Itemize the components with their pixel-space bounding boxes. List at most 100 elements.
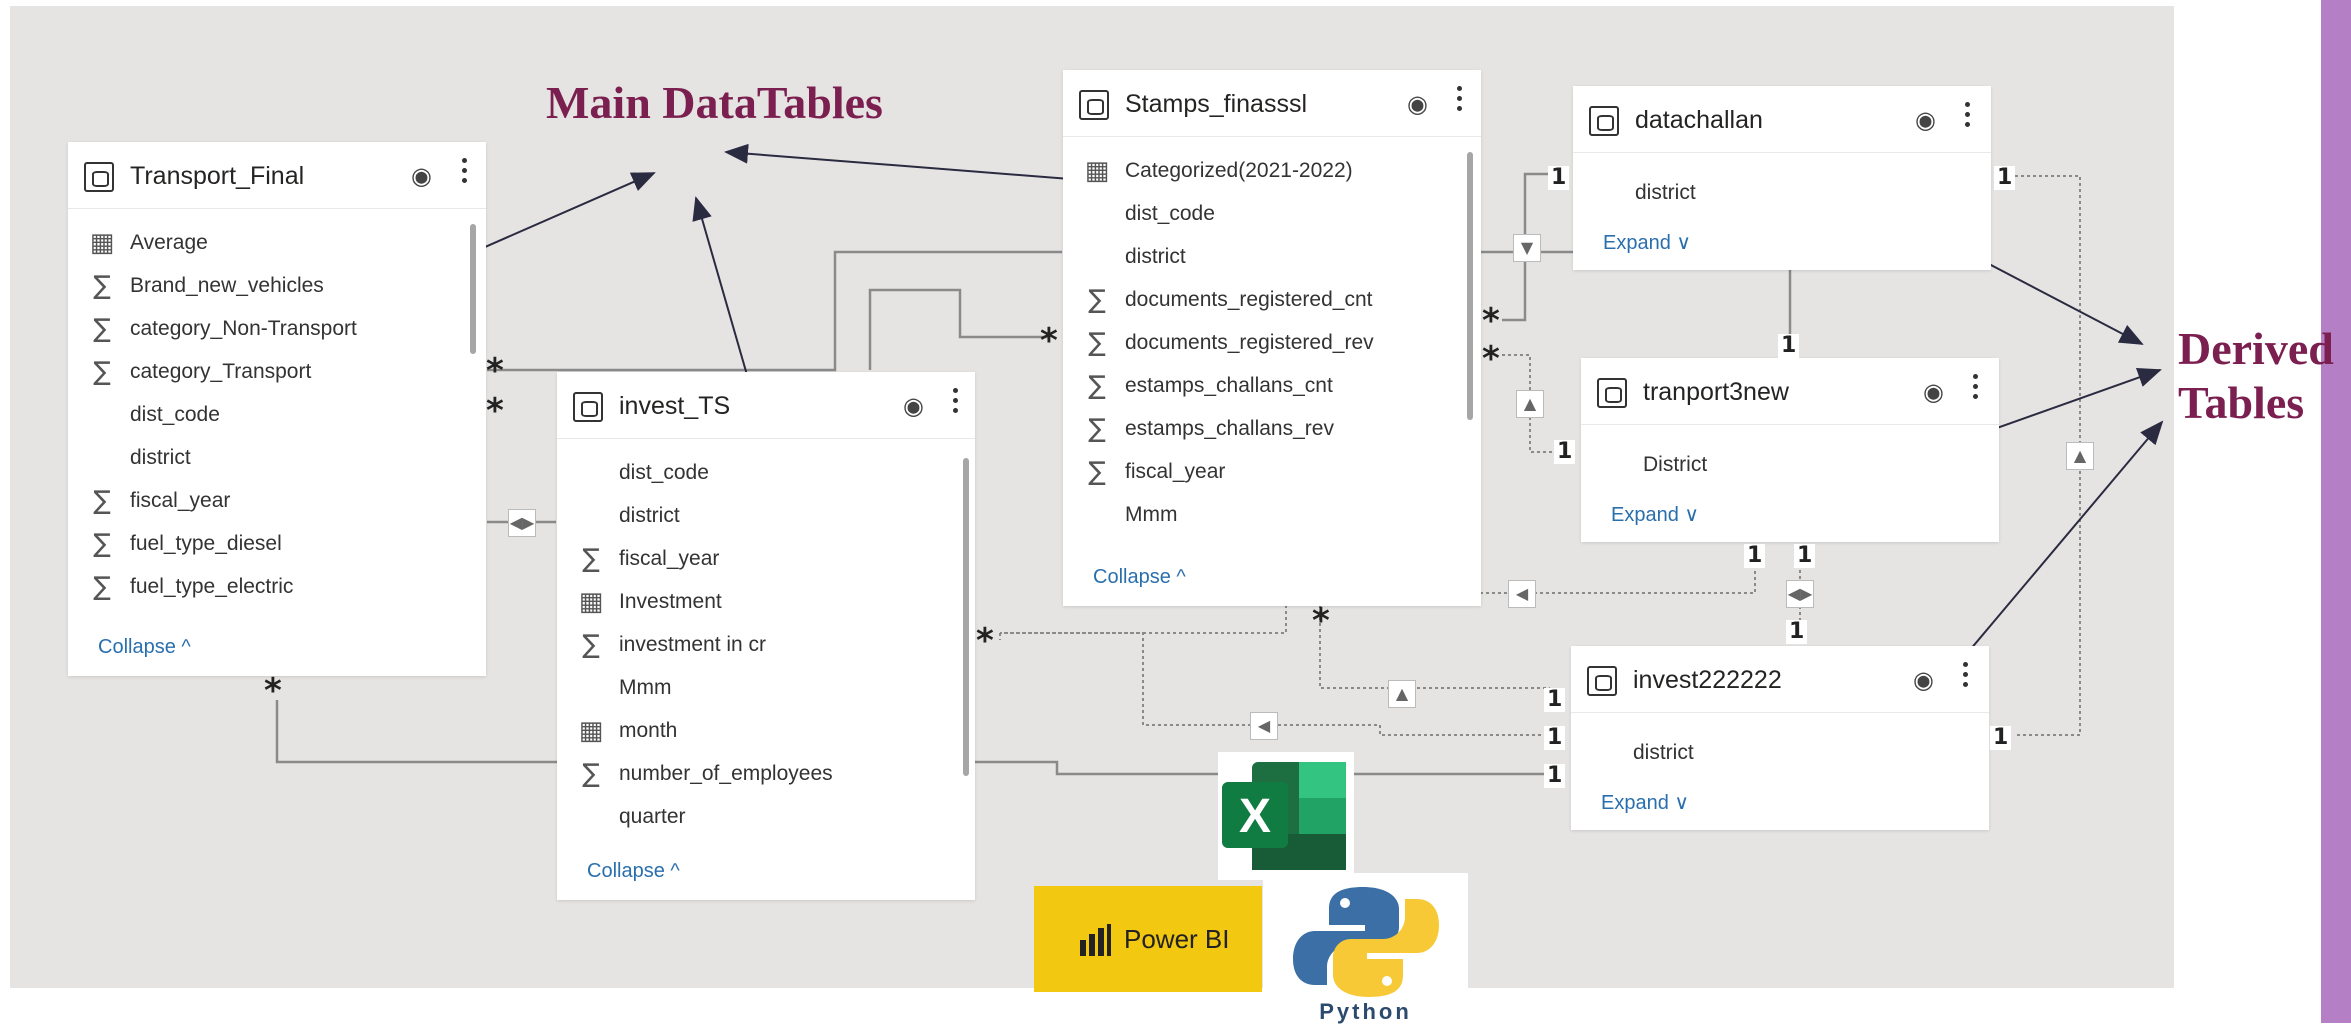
cardinality-one: 1: [1794, 544, 1816, 568]
more-options-icon[interactable]: [1973, 374, 1979, 404]
field-row[interactable]: district: [1601, 732, 1989, 772]
field-row[interactable]: Mmm: [557, 667, 975, 710]
field-row[interactable]: ▦ month: [557, 710, 975, 753]
field-row[interactable]: ∑ fuel_type_diesel: [68, 523, 486, 566]
field-row[interactable]: District: [1611, 444, 1999, 484]
field-row[interactable]: ∑ fiscal_year: [1063, 451, 1481, 494]
eye-icon[interactable]: ◉: [1913, 666, 1934, 695]
field-row[interactable]: ▦ Categorized(2021-2022): [1063, 150, 1481, 193]
field-row[interactable]: ∑ category_Transport: [68, 351, 486, 394]
field-name: district: [1633, 741, 1694, 764]
table-card-tranport3new[interactable]: tranport3new ◉ District Expand ∨: [1581, 358, 1999, 542]
sigma-icon: ∑: [93, 572, 111, 602]
calendar-icon: ▦: [578, 716, 604, 746]
field-name: category_Non-Transport: [130, 317, 357, 340]
table-card-stamps-finasssl[interactable]: Stamps_finasssl ◉ ▦ Categorized(2021-2022…: [1063, 70, 1481, 606]
field-row[interactable]: ∑ documents_registered_rev: [1063, 322, 1481, 365]
cardinality-many: *: [264, 671, 282, 711]
scrollbar[interactable]: [470, 224, 476, 354]
expand-button[interactable]: Expand ∨: [1603, 230, 1691, 255]
cardinality-many: *: [486, 391, 504, 431]
table-card-datachallan[interactable]: datachallan ◉ district Expand ∨: [1573, 86, 1991, 270]
field-row[interactable]: ∑ fuel_type_electric: [68, 566, 486, 609]
filter-direction-both-icon[interactable]: ◀▶: [508, 509, 536, 537]
scrollbar[interactable]: [1467, 152, 1473, 420]
eye-icon[interactable]: ◉: [903, 392, 924, 421]
sigma-icon: ∑: [93, 314, 111, 344]
field-row[interactable]: ∑ fiscal_year: [68, 480, 486, 523]
filter-direction-both-icon[interactable]: ◀▶: [1786, 580, 1814, 608]
card-header[interactable]: tranport3new ◉: [1581, 358, 1999, 425]
cardinality-one: 1: [1548, 166, 1570, 190]
table-card-invest-ts[interactable]: invest_TS ◉ dist_code district ∑ fiscal_yea…: [557, 372, 975, 900]
main-datatables-label: Main DataTables: [546, 77, 883, 128]
field-row[interactable]: dist_code: [1063, 193, 1481, 236]
field-row[interactable]: district: [557, 495, 975, 538]
filter-direction-left-icon[interactable]: ◀: [1250, 712, 1278, 740]
field-row[interactable]: ∑ Brand_new_vehicles: [68, 265, 486, 308]
table-icon: [1597, 378, 1627, 408]
card-header[interactable]: datachallan ◉: [1573, 86, 1991, 153]
collapse-button[interactable]: Collapse ^: [1093, 566, 1186, 589]
eye-icon[interactable]: ◉: [1407, 90, 1428, 119]
field-row[interactable]: district: [68, 437, 486, 480]
field-row[interactable]: Mmm: [1063, 494, 1481, 537]
table-icon: ▦: [89, 228, 115, 258]
table-card-transport-final[interactable]: Transport_Final ◉ ▦ Average ∑ Brand_new_veh…: [68, 142, 486, 676]
field-name: documents_registered_rev: [1125, 331, 1374, 354]
python-label: Python: [1319, 999, 1412, 1024]
field-name: Mmm: [619, 676, 672, 699]
field-name: Categorized(2021-2022): [1125, 159, 1353, 182]
card-header[interactable]: Transport_Final ◉: [68, 142, 486, 209]
table-icon: [1587, 666, 1617, 696]
card-header[interactable]: invest222222 ◉: [1571, 646, 1989, 713]
field-row[interactable]: ∑ number_of_employees: [557, 753, 975, 796]
eye-icon[interactable]: ◉: [1915, 106, 1936, 135]
sigma-icon: ∑: [582, 759, 600, 789]
field-name: investment in cr: [619, 633, 767, 656]
collapse-button[interactable]: Collapse ^: [587, 860, 680, 883]
field-name: Brand_new_vehicles: [130, 274, 324, 297]
field-name: District: [1643, 453, 1708, 476]
more-options-icon[interactable]: [1963, 662, 1969, 692]
more-options-icon[interactable]: [953, 388, 959, 418]
field-row[interactable]: dist_code: [68, 394, 486, 437]
expand-button[interactable]: Expand ∨: [1611, 502, 1699, 527]
field-row[interactable]: quarter: [557, 796, 975, 839]
more-options-icon[interactable]: [462, 158, 468, 188]
field-row[interactable]: ▦ Average: [68, 222, 486, 265]
field-name: Investment: [619, 590, 722, 613]
eye-icon[interactable]: ◉: [411, 162, 432, 191]
field-row[interactable]: ∑ estamps_challans_rev: [1063, 408, 1481, 451]
more-options-icon[interactable]: [1965, 102, 1971, 132]
expand-button[interactable]: Expand ∨: [1601, 790, 1689, 815]
field-list: district: [1601, 732, 1989, 772]
filter-direction-up-icon[interactable]: ▲: [1516, 390, 1544, 418]
card-header[interactable]: invest_TS ◉: [557, 372, 975, 439]
field-list: ▦ Categorized(2021-2022) dist_code district…: [1063, 150, 1481, 537]
filter-direction-up-icon[interactable]: ▲: [1388, 680, 1416, 708]
field-row[interactable]: dist_code: [557, 452, 975, 495]
field-row[interactable]: ∑ fiscal_year: [557, 538, 975, 581]
field-row[interactable]: ▦ Investment: [557, 581, 975, 624]
table-title: tranport3new: [1643, 378, 1789, 406]
table-card-invest222222[interactable]: invest222222 ◉ district Expand ∨: [1571, 646, 1989, 830]
card-header[interactable]: Stamps_finasssl ◉: [1063, 70, 1481, 137]
filter-direction-down-icon[interactable]: ▼: [1513, 234, 1541, 262]
scrollbar[interactable]: [963, 458, 969, 776]
field-row[interactable]: district: [1603, 172, 1991, 212]
field-row[interactable]: ∑ documents_registered_cnt: [1063, 279, 1481, 322]
table-title: datachallan: [1635, 106, 1763, 134]
field-row[interactable]: ∑ estamps_challans_cnt: [1063, 365, 1481, 408]
field-row[interactable]: ∑ category_Non-Transport: [68, 308, 486, 351]
field-row[interactable]: district: [1063, 236, 1481, 279]
filter-direction-both-icon[interactable]: ▲: [2066, 442, 2094, 470]
cardinality-many: *: [486, 351, 504, 391]
eye-icon[interactable]: ◉: [1923, 378, 1944, 407]
cardinality-one: 1: [1544, 726, 1566, 750]
filter-direction-left-icon[interactable]: ◀: [1508, 580, 1536, 608]
more-options-icon[interactable]: [1457, 86, 1463, 116]
table-icon: [1079, 90, 1109, 120]
field-row[interactable]: ∑ investment in cr: [557, 624, 975, 667]
collapse-button[interactable]: Collapse ^: [98, 636, 191, 659]
